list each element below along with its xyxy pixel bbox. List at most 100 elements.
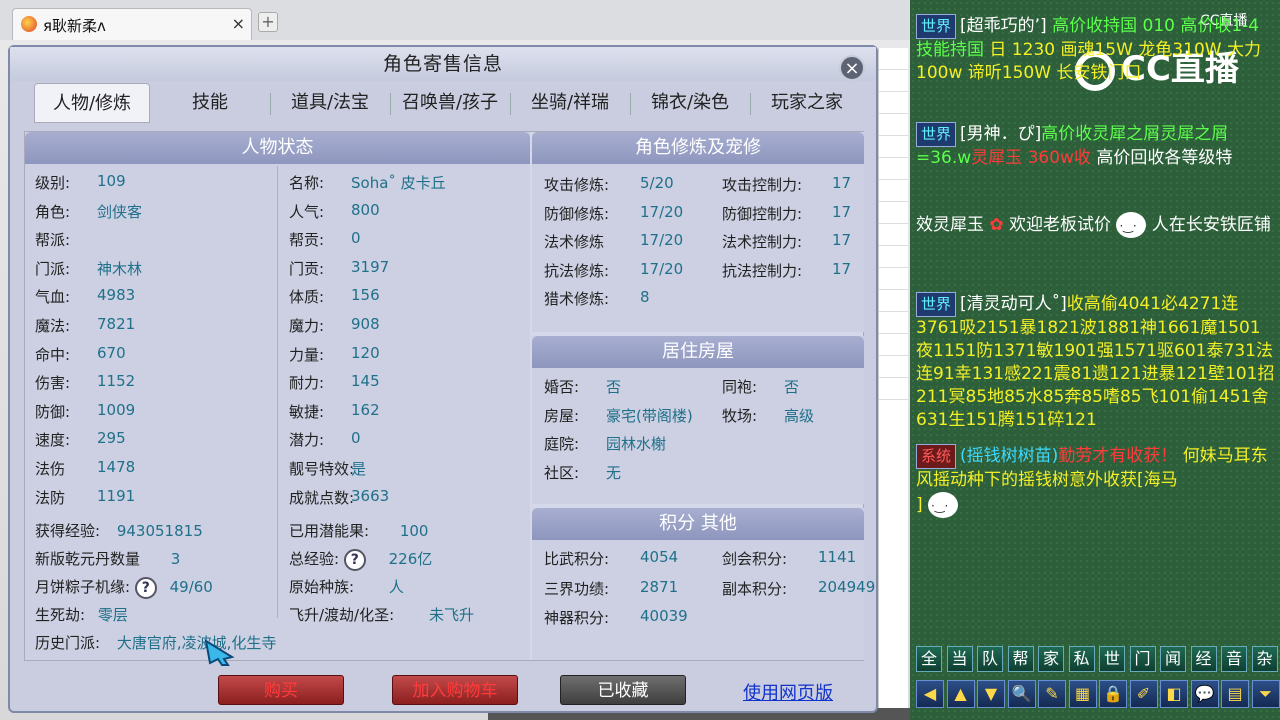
dialog-close-button[interactable]: × xyxy=(839,55,865,81)
house-cell: 高级 xyxy=(784,405,814,426)
score-value: 40039 xyxy=(640,607,688,625)
channel-2-button[interactable]: 队 xyxy=(977,646,1003,672)
sender-name[interactable]: [清灵动可人˚] xyxy=(960,294,1067,314)
message-text: ] xyxy=(916,495,923,515)
stat-value: 1478 xyxy=(97,458,136,476)
cultivation-cell: 17/20 xyxy=(640,231,683,249)
channel-badge: 世界 xyxy=(916,292,957,317)
stat-label: 靓号特效: xyxy=(289,460,355,478)
score-cell: 2871 xyxy=(640,578,678,596)
channel-10-button[interactable]: 音 xyxy=(1221,646,1247,672)
tab-skills[interactable]: 技能 xyxy=(152,83,268,123)
chat-message: 世界 [清灵动可人˚]收高偷4041必4271连3761吸2151暴1821波18… xyxy=(916,292,1276,432)
sender-name[interactable]: (摇钱树树苗) xyxy=(960,446,1058,466)
arrow-left-icon[interactable]: ◀ xyxy=(916,680,944,708)
new-tab-button[interactable]: + xyxy=(258,12,278,32)
status-row: 名称: Soha˚ 皮卡丘 xyxy=(289,172,446,193)
stat-value: 3197 xyxy=(351,257,390,276)
channel-4-button[interactable]: 家 xyxy=(1038,646,1064,672)
help-icon[interactable]: ? xyxy=(343,548,366,571)
add-to-cart-button[interactable]: 加入购物车 xyxy=(392,675,518,705)
cultivation-value: 17 xyxy=(832,231,852,250)
house-cell: 园林水榭 xyxy=(606,433,666,454)
score-panel: 积分 其他 比武积分: 4054 剑会积分: 1141 三界功绩: 2871 副本积分: 20… xyxy=(532,508,875,660)
qianyuan-value: 3 xyxy=(170,550,181,568)
chat-tool-bar: ◀ ▲ ▼ 🔍 ✎ ▦ 🔒 ✐ ◧ 💬 ▤ ⏷ xyxy=(916,680,1280,708)
chat-message: 世界 [超乖巧的’] 高价收持国 010 高价收1-4技能持国 日 1230 画魂… xyxy=(916,14,1276,85)
stat-value: 908 xyxy=(351,315,380,333)
arrow-up-icon[interactable]: ▲ xyxy=(946,680,975,708)
stat-value: 3663 xyxy=(351,486,390,505)
lock-icon[interactable]: 🔒 xyxy=(1099,680,1127,708)
stat-label: 潜力: xyxy=(289,431,325,450)
house-value: 高级 xyxy=(784,406,815,425)
status-row: 门派: 神木林 xyxy=(35,258,142,279)
search-icon[interactable]: 🔍 xyxy=(1007,680,1036,708)
cultivation-cell: 法术控制力: xyxy=(722,233,803,252)
message-text: 高价回收各等级特 xyxy=(1096,148,1233,168)
race-label: 原始种族: xyxy=(289,578,355,596)
edit-icon[interactable]: ✎ xyxy=(1038,680,1066,708)
sender-name[interactable]: [超乖巧的’] xyxy=(960,16,1047,36)
stat-value: 是 xyxy=(351,460,367,478)
mooncake-label: 月饼粽子机缘: xyxy=(35,578,131,596)
tab-home[interactable]: 玩家之家 xyxy=(752,83,862,123)
cultivation-cell: 猎术修炼: xyxy=(544,290,610,309)
chat-message: 世界 [男神．ぴ]高价收灵犀之屑灵犀之屑=36.w灵犀玉 360w收 高价回收各等… xyxy=(916,122,1276,170)
channel-6-button[interactable]: 世 xyxy=(1099,646,1125,672)
channel-3-button[interactable]: 帮 xyxy=(1007,646,1034,672)
status-row: 速度: 295 xyxy=(35,429,126,450)
channel-1-button[interactable]: 当 xyxy=(946,646,973,672)
history-value: 大唐官府,凌波城,化生寺 xyxy=(116,634,277,652)
cultivation-value: 17 xyxy=(832,174,852,192)
stat-label: 帮贡: xyxy=(289,231,325,250)
tab-items[interactable]: 道具/法宝 xyxy=(272,83,388,123)
browser-tab[interactable]: я耿新柔ʌ × xyxy=(12,8,252,40)
help-icon[interactable]: ? xyxy=(134,576,157,599)
emoji-icon xyxy=(928,492,959,518)
tab-close-icon[interactable]: × xyxy=(232,14,245,33)
stat-label: 门派: xyxy=(35,259,71,278)
score-cell: 神器积分: xyxy=(544,609,610,627)
mooncake-value: 49/60 xyxy=(169,578,213,596)
history-label: 历史门派: xyxy=(35,634,101,652)
stat-label: 魔法: xyxy=(35,317,71,335)
tab-mounts[interactable]: 坐骑/祥瑞 xyxy=(512,83,628,123)
channel-7-button[interactable]: 门 xyxy=(1129,646,1156,672)
mooncake-row: 月饼粽子机缘: ? 49/60 xyxy=(35,576,213,599)
list-icon[interactable]: ▤ xyxy=(1221,680,1249,708)
window-icon[interactable]: ◧ xyxy=(1160,680,1188,708)
cultivation-cell: 法术修炼 xyxy=(544,233,605,252)
exp-row: 获得经验: 943051815 xyxy=(35,520,203,541)
sender-name[interactable]: [男神．ぴ] xyxy=(960,124,1041,144)
channel-9-button[interactable]: 经 xyxy=(1190,646,1217,672)
status-row: 潜力: 0 xyxy=(289,429,361,450)
chat-bubble-icon[interactable]: 💬 xyxy=(1190,680,1219,708)
status-row: 帮派: xyxy=(35,229,70,250)
score-cell: 40039 xyxy=(640,607,688,625)
status-row: 成就点数: 3663 xyxy=(289,487,389,508)
status-header: 人物状态 xyxy=(25,132,530,164)
tab-character[interactable]: 人物/修炼 xyxy=(34,83,150,123)
arrow-down-icon[interactable]: ▼ xyxy=(977,680,1005,708)
channel-8-button[interactable]: 闻 xyxy=(1160,646,1186,672)
channel-5-button[interactable]: 私 xyxy=(1068,646,1095,672)
stat-label: 帮派: xyxy=(35,231,71,250)
web-version-link[interactable]: 使用网页版 xyxy=(743,679,833,705)
buy-button[interactable]: 购买 xyxy=(218,675,344,705)
ascend-value: 未飞升 xyxy=(428,606,474,624)
pen-icon[interactable]: ✐ xyxy=(1129,680,1158,708)
stat-label: 门贡: xyxy=(289,259,325,278)
favorited-button[interactable]: 已收藏 xyxy=(560,675,686,705)
channel-0-button[interactable]: 全 xyxy=(916,646,942,672)
cultivation-cell: 攻击修炼: xyxy=(544,176,610,194)
stat-value: 800 xyxy=(351,200,380,219)
collapse-icon[interactable]: ⏷ xyxy=(1251,680,1280,708)
channel-11-button[interactable]: 杂 xyxy=(1251,646,1278,672)
grid-icon[interactable]: ▦ xyxy=(1068,680,1097,708)
stat-label: 力量: xyxy=(289,345,325,364)
tab-pets[interactable]: 召唤兽/孩子 xyxy=(392,83,508,123)
stat-value: 120 xyxy=(351,343,380,362)
cultivation-cell: 17/20 xyxy=(640,260,683,278)
tab-outfits[interactable]: 锦衣/染色 xyxy=(632,83,748,123)
